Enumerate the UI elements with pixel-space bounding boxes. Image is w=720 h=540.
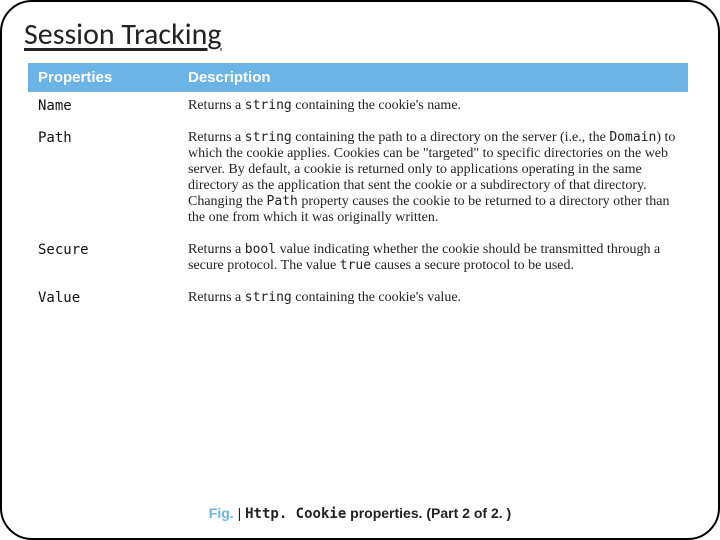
header-properties: Properties bbox=[28, 63, 178, 92]
desc-text: Returns a bbox=[188, 290, 245, 305]
caption-fig-label: Fig. bbox=[209, 505, 234, 521]
property-name: Value bbox=[28, 284, 178, 316]
caption-rest: properties. (Part 2 of 2. ) bbox=[346, 505, 511, 521]
property-name: Secure bbox=[28, 236, 178, 284]
code-text: Domain bbox=[609, 130, 656, 145]
code-text: bool bbox=[245, 242, 276, 257]
table-row: Path Returns a string containing the pat… bbox=[28, 124, 688, 236]
table-row: Secure Returns a bool value indicating w… bbox=[28, 236, 688, 284]
property-description: Returns a bool value indicating whether … bbox=[178, 236, 688, 284]
figure-caption: Fig. | Http. Cookie properties. (Part 2 … bbox=[2, 505, 718, 522]
property-name: Name bbox=[28, 92, 178, 124]
code-text: string bbox=[245, 98, 292, 113]
property-name: Path bbox=[28, 124, 178, 236]
slide-title: Session Tracking bbox=[24, 16, 696, 53]
desc-text: causes a secure protocol to be used. bbox=[371, 258, 574, 273]
code-text: string bbox=[245, 290, 292, 305]
caption-code: Http. Cookie bbox=[245, 506, 346, 522]
properties-table: Properties Description Name Returns a st… bbox=[28, 63, 688, 316]
desc-text: containing the cookie's value. bbox=[292, 290, 461, 305]
desc-text: Returns a bbox=[188, 130, 245, 145]
caption-separator: | bbox=[234, 505, 245, 521]
table-header-row: Properties Description bbox=[28, 63, 688, 92]
desc-text: Returns a bbox=[188, 98, 245, 113]
slide-frame: Session Tracking Properties Description … bbox=[0, 0, 720, 540]
code-text: string bbox=[245, 130, 292, 145]
code-text: true bbox=[340, 258, 371, 273]
property-description: Returns a string containing the cookie's… bbox=[178, 284, 688, 316]
property-description: Returns a string containing the cookie's… bbox=[178, 92, 688, 124]
desc-text: containing the cookie's name. bbox=[292, 98, 461, 113]
table-row: Name Returns a string containing the coo… bbox=[28, 92, 688, 124]
property-description: Returns a string containing the path to … bbox=[178, 124, 688, 236]
table-row: Value Returns a string containing the co… bbox=[28, 284, 688, 316]
header-description: Description bbox=[178, 63, 688, 92]
code-text: Path bbox=[267, 194, 298, 209]
desc-text: Returns a bbox=[188, 242, 245, 257]
desc-text: containing the path to a directory on th… bbox=[292, 130, 610, 145]
